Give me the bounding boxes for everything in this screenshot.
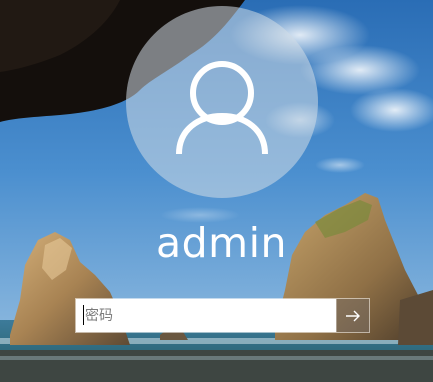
arrow-right-icon	[346, 310, 360, 321]
password-box	[75, 298, 370, 333]
password-input[interactable]	[76, 299, 336, 332]
username-label: admin	[156, 219, 287, 267]
user-silhouette-icon	[176, 61, 268, 155]
user-avatar	[126, 6, 318, 198]
submit-button[interactable]	[336, 299, 369, 332]
text-caret	[83, 305, 84, 325]
